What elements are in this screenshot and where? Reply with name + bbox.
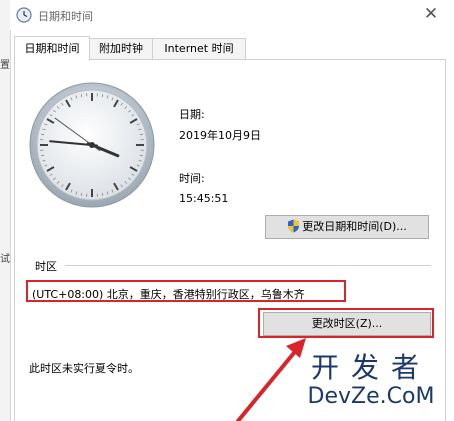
uac-shield-icon (288, 219, 300, 233)
background-text-fragment: 试 (0, 254, 10, 265)
background-text-fragment: 置 (0, 60, 10, 71)
clock-center (89, 142, 95, 148)
background-window-edge: 置 试 (0, 0, 11, 421)
title-bar: 日期和时间 ✕ (10, 0, 454, 30)
window-title: 日期和时间 (38, 10, 93, 23)
date-time-dialog: 置 试 日期和时间 ✕ 日期和时间 附加时钟 Internet 时间 日期: 2… (0, 0, 454, 421)
timezone-value: (UTC+08:00) 北京，重庆，香港特别行政区，乌鲁木齐 (32, 288, 305, 301)
change-date-time-button[interactable]: 更改日期和时间(D)... (265, 215, 429, 239)
watermark-top: 开发者 (310, 351, 431, 384)
date-value: 2019年10月9日 (179, 129, 261, 142)
tab-date-time[interactable]: 日期和时间 (14, 36, 90, 60)
close-button[interactable]: ✕ (408, 0, 454, 30)
watermark: 开发者 DevZe.CoM (296, 352, 446, 410)
time-value: 15:45:51 (179, 192, 229, 205)
tab-additional-clocks[interactable]: 附加时钟 (89, 38, 153, 60)
watermark-bottom: DevZe.CoM (307, 384, 435, 409)
dst-note: 此时区未实行夏令时。 (29, 362, 139, 375)
clock-app-icon (16, 7, 32, 26)
section-divider (65, 265, 431, 266)
date-label: 日期: (179, 108, 205, 121)
time-label: 时间: (179, 172, 205, 185)
change-date-time-label: 更改日期和时间(D)... (302, 220, 407, 233)
close-icon: ✕ (423, 4, 439, 24)
tab-internet-time[interactable]: Internet 时间 (152, 38, 246, 60)
change-timezone-button[interactable]: 更改时区(Z)... (263, 312, 431, 336)
timezone-section-label: 时区 (35, 260, 57, 273)
analog-clock (29, 82, 155, 208)
